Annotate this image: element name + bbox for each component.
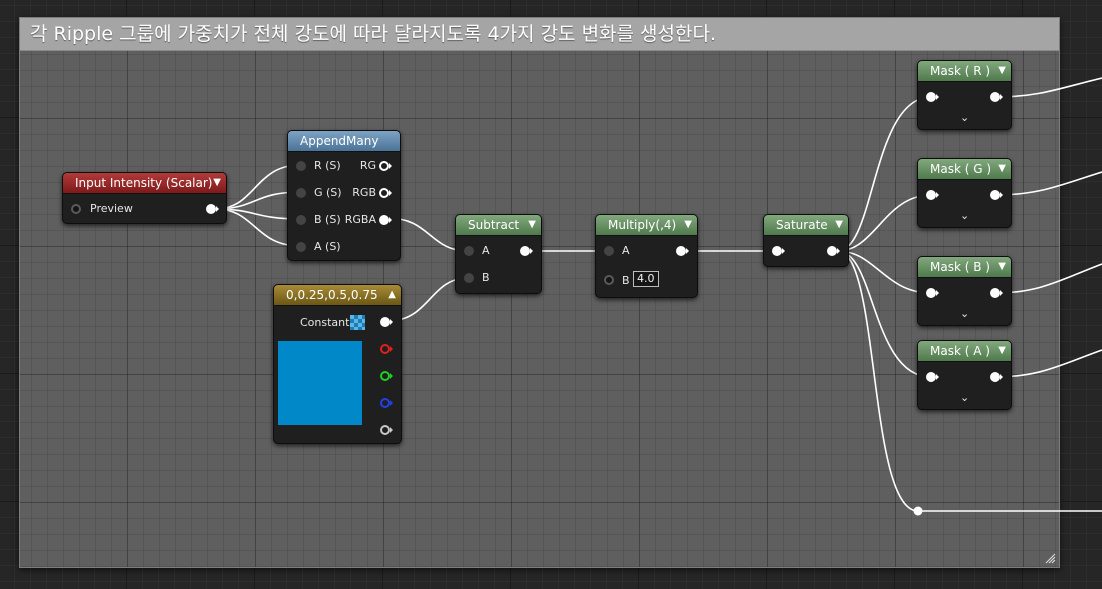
input-label-a: A xyxy=(482,244,490,257)
node-append-many[interactable]: AppendMany R (S) G (S) B (S) A (S) RG RG… xyxy=(287,130,401,261)
node-multiply[interactable]: Multiply(,4) ▼ A B 4.0 xyxy=(595,214,698,298)
node-constant-header[interactable]: 0,0.25,0.5,0.75 ▲ xyxy=(274,285,401,306)
input-pin-a[interactable] xyxy=(296,242,306,252)
chevron-down-icon[interactable]: ▼ xyxy=(835,215,843,235)
output-pin-rgba[interactable] xyxy=(379,215,392,225)
chevron-down-icon[interactable]: ▼ xyxy=(998,257,1006,277)
reroute-node[interactable] xyxy=(913,506,923,516)
node-subtract-header[interactable]: Subtract ▼ xyxy=(456,215,541,236)
node-saturate[interactable]: Saturate ▼ xyxy=(763,214,849,267)
node-mask-b[interactable]: Mask ( B ) ▼ ⌄ xyxy=(917,256,1012,326)
multiply-b-value-field[interactable]: 4.0 xyxy=(633,271,659,287)
node-title: Mask ( B ) xyxy=(930,260,990,274)
output-pin-r[interactable] xyxy=(380,344,393,354)
output-label-rgb: RGB xyxy=(352,186,376,199)
output-pin[interactable] xyxy=(520,246,533,256)
output-label-rg: RG xyxy=(359,159,376,172)
output-pin[interactable] xyxy=(990,190,1003,200)
input-label-a: A (S) xyxy=(314,240,341,253)
output-pin[interactable] xyxy=(990,372,1003,382)
expand-chevron-icon[interactable]: ⌄ xyxy=(960,308,969,319)
node-append-many-header[interactable]: AppendMany xyxy=(288,131,400,152)
expand-chevron-icon[interactable]: ⌄ xyxy=(960,392,969,403)
output-pin-constant[interactable] xyxy=(380,317,393,327)
chevron-down-icon[interactable]: ▼ xyxy=(998,159,1006,179)
node-title: Multiply(,4) xyxy=(608,218,677,232)
input-pin[interactable] xyxy=(926,372,939,382)
output-pin[interactable] xyxy=(827,246,840,256)
node-title: Mask ( R ) xyxy=(930,64,991,78)
node-mask-r-header[interactable]: Mask ( R ) ▼ xyxy=(918,61,1011,82)
chevron-down-icon[interactable]: ▼ xyxy=(998,61,1006,81)
node-mask-a[interactable]: Mask ( A ) ▼ ⌄ xyxy=(917,340,1012,410)
node-multiply-header[interactable]: Multiply(,4) ▼ xyxy=(596,215,697,236)
input-pin-b[interactable] xyxy=(296,215,306,225)
expand-chevron-icon[interactable]: ⌄ xyxy=(960,112,969,123)
input-pin-g[interactable] xyxy=(296,188,306,198)
input-label-r: R (S) xyxy=(314,159,341,172)
input-label-g: G (S) xyxy=(314,186,342,199)
node-constant[interactable]: 0,0.25,0.5,0.75 ▲ Constant xyxy=(273,284,402,444)
node-title: Saturate xyxy=(776,218,828,232)
input-pin[interactable] xyxy=(71,204,81,214)
color-preview xyxy=(278,341,362,425)
node-title: AppendMany xyxy=(300,134,379,148)
input-pin[interactable] xyxy=(772,246,785,256)
input-pin-a[interactable] xyxy=(604,246,614,256)
input-label-a: A xyxy=(622,244,630,257)
output-pin[interactable] xyxy=(990,92,1003,102)
output-pin[interactable] xyxy=(676,246,689,256)
node-mask-a-header[interactable]: Mask ( A ) ▼ xyxy=(918,341,1011,362)
node-mask-r[interactable]: Mask ( R ) ▼ ⌄ xyxy=(917,60,1012,130)
input-pin[interactable] xyxy=(926,92,939,102)
node-title: 0,0.25,0.5,0.75 xyxy=(286,288,378,302)
input-label-b: B xyxy=(622,274,630,287)
node-title: Mask ( G ) xyxy=(930,162,992,176)
output-pin[interactable] xyxy=(990,288,1003,298)
input-pin-a[interactable] xyxy=(464,246,474,256)
node-mask-g[interactable]: Mask ( G ) ▼ ⌄ xyxy=(917,158,1012,228)
node-input-intensity[interactable]: Input Intensity (Scalar) ▼ Preview xyxy=(62,172,227,224)
expand-chevron-icon[interactable]: ⌄ xyxy=(960,210,969,221)
output-pin-g[interactable] xyxy=(380,371,393,381)
input-pin[interactable] xyxy=(926,288,939,298)
input-pin-b[interactable] xyxy=(464,273,474,283)
output-pin-rg[interactable] xyxy=(379,161,392,171)
chevron-down-icon[interactable]: ▼ xyxy=(998,341,1006,361)
node-saturate-header[interactable]: Saturate ▼ xyxy=(764,215,848,236)
input-pin[interactable] xyxy=(926,190,939,200)
wire-saturate-to-reroute xyxy=(837,250,919,512)
node-title: Subtract xyxy=(468,218,520,232)
input-label-b: B (S) xyxy=(314,213,341,226)
output-pin-a[interactable] xyxy=(380,425,393,435)
chevron-down-icon[interactable]: ▼ xyxy=(213,173,221,193)
checker-icon xyxy=(350,315,365,330)
input-pin-r[interactable] xyxy=(296,161,306,171)
output-pin-rgb[interactable] xyxy=(379,188,392,198)
output-label: Preview xyxy=(90,202,133,215)
node-title: Mask ( A ) xyxy=(930,344,990,358)
output-pin-b[interactable] xyxy=(380,398,393,408)
input-label-b: B xyxy=(482,271,490,284)
chevron-down-icon[interactable]: ▼ xyxy=(684,215,692,235)
chevron-down-icon[interactable]: ▼ xyxy=(528,215,536,235)
output-label: Constant xyxy=(300,316,350,329)
node-subtract[interactable]: Subtract ▼ A B xyxy=(455,214,542,294)
chevron-up-icon[interactable]: ▲ xyxy=(388,285,396,305)
node-mask-g-header[interactable]: Mask ( G ) ▼ xyxy=(918,159,1011,180)
node-input-intensity-header[interactable]: Input Intensity (Scalar) ▼ xyxy=(63,173,226,194)
node-title: Input Intensity (Scalar) xyxy=(75,176,213,190)
output-label-rgba: RGBA xyxy=(344,213,376,226)
node-mask-b-header[interactable]: Mask ( B ) ▼ xyxy=(918,257,1011,278)
input-pin-b[interactable] xyxy=(604,275,614,285)
preview-output-pin[interactable] xyxy=(206,204,219,214)
